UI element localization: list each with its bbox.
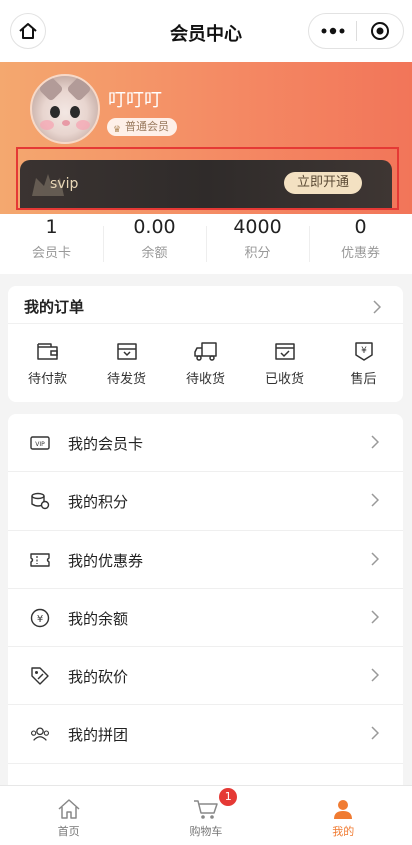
close-miniapp-button[interactable] [357,13,403,49]
stat-label: 余额 [141,246,168,261]
chevron-right-icon [371,493,379,507]
orders-title: 我的订单 [24,298,85,316]
tab-label: 购物车 [189,825,223,838]
stat-member-card[interactable]: 1 会员卡 [0,214,103,274]
member-level-label: 普通会员 [125,120,169,133]
order-pending-shipment[interactable]: 待发货 [87,338,166,387]
menu-item-label: 我的会员卡 [68,435,144,453]
order-received[interactable]: 已收货 [245,338,324,387]
menu-item-label: 我的积分 [68,493,129,512]
stat-balance[interactable]: 0.00 余额 [103,214,206,274]
tab-home[interactable]: 首页 [0,786,137,845]
menu-item-points[interactable]: 我的积分 [8,472,403,531]
menu-list: VIP 我的会员卡 我的积分 我的优惠券 ¥ 我的余额 我的砍价 我的拼团 [8,414,403,785]
avatar-cheek-right [76,120,90,130]
svg-text:¥: ¥ [361,346,367,356]
miniapp-capsule [308,13,404,49]
chevron-right-icon [373,300,381,314]
avatar-cheek-left [40,120,54,130]
top-bar: 会员中心 [0,0,412,62]
chevron-right-icon [371,552,379,566]
menu-item-label: 我的余额 [68,609,129,628]
menu-item-member-card[interactable]: VIP 我的会员卡 [8,414,403,473]
ticket-icon [30,552,50,567]
order-status-label: 待收货 [185,372,225,387]
more-dots-icon [321,27,344,35]
avatar-ear-right [66,76,92,102]
order-pending-receipt[interactable]: 待收货 [166,338,245,387]
chevron-right-icon [371,726,379,741]
avatar[interactable] [30,74,100,144]
user-icon [334,800,353,819]
menu-item-label: 我的优惠券 [68,551,144,570]
menu-item-coupons[interactable]: 我的优惠券 [8,531,403,589]
menu-item-balance[interactable]: ¥ 我的余额 [8,589,403,648]
order-after-sale[interactable]: ¥ 售后 [324,338,403,387]
tab-profile[interactable]: 我的 [275,786,412,845]
yen-circle-icon: ¥ [30,608,50,628]
order-status-label: 待付款 [27,372,67,387]
highlight-outline [16,147,399,210]
group-users-icon [31,727,49,742]
chevron-right-icon [371,610,379,624]
chevron-right-icon [371,435,379,449]
order-status-label: 待发货 [106,372,146,387]
coins-icon [31,493,50,510]
cart-icon [193,800,218,819]
order-pending-payment[interactable]: 待付款 [8,338,87,387]
chevron-right-icon [371,668,379,682]
stat-points[interactable]: 4000 积分 [206,214,309,274]
wallet-icon [36,343,58,360]
stat-value: 1 [45,216,58,238]
price-tag-icon [31,667,49,685]
received-box-icon [274,343,295,360]
tab-cart[interactable]: 购物车 1 [137,786,274,845]
avatar-eye-right [70,106,80,118]
more-button[interactable] [309,13,356,49]
stat-coupons[interactable]: 0 优惠券 [309,214,412,274]
orders-header[interactable]: 我的订单 [8,286,403,324]
order-status-label: 已收货 [264,372,304,387]
menu-item-group-buy[interactable]: 我的拼团 [8,705,403,764]
tab-label: 首页 [57,825,80,838]
menu-item-label: 我的砍价 [68,668,129,687]
stat-label: 优惠券 [340,246,380,261]
stat-label: 会员卡 [31,246,71,261]
stat-value: 4000 [233,216,282,238]
truck-icon [193,342,217,361]
order-status-row: 待付款 待发货 待收货 已收货 ¥ 售后 [8,324,403,387]
avatar-eye-left [50,106,60,118]
member-level-badge: ♛ 普通会员 [107,118,177,136]
avatar-ear-left [38,76,64,102]
svg-text:VIP: VIP [35,441,45,448]
tab-label: 我的 [332,825,355,838]
stats-row: 1 会员卡 0.00 余额 4000 积分 0 优惠券 [0,214,412,274]
stat-value: 0 [354,216,367,238]
home-icon [58,799,80,819]
menu-item-bargain[interactable]: 我的砍价 [8,647,403,706]
svg-text:¥: ¥ [37,614,43,625]
menu-item-label: 我的拼团 [68,726,129,745]
tab-bar: 首页 购物车 1 我的 [0,785,412,845]
vip-card-icon: VIP [30,436,50,450]
orders-card: 我的订单 待付款 待发货 待收货 已收货 ¥ 售后 [8,286,403,402]
avatar-nose [62,120,70,126]
order-status-label: 售后 [350,372,377,387]
level-icon: ♛ [113,125,122,135]
username: 叮叮叮 [108,90,162,111]
target-icon [370,22,389,40]
package-icon [116,343,137,360]
refund-icon: ¥ [354,342,373,361]
stat-value: 0.00 [133,216,176,238]
stat-label: 积分 [244,246,271,261]
